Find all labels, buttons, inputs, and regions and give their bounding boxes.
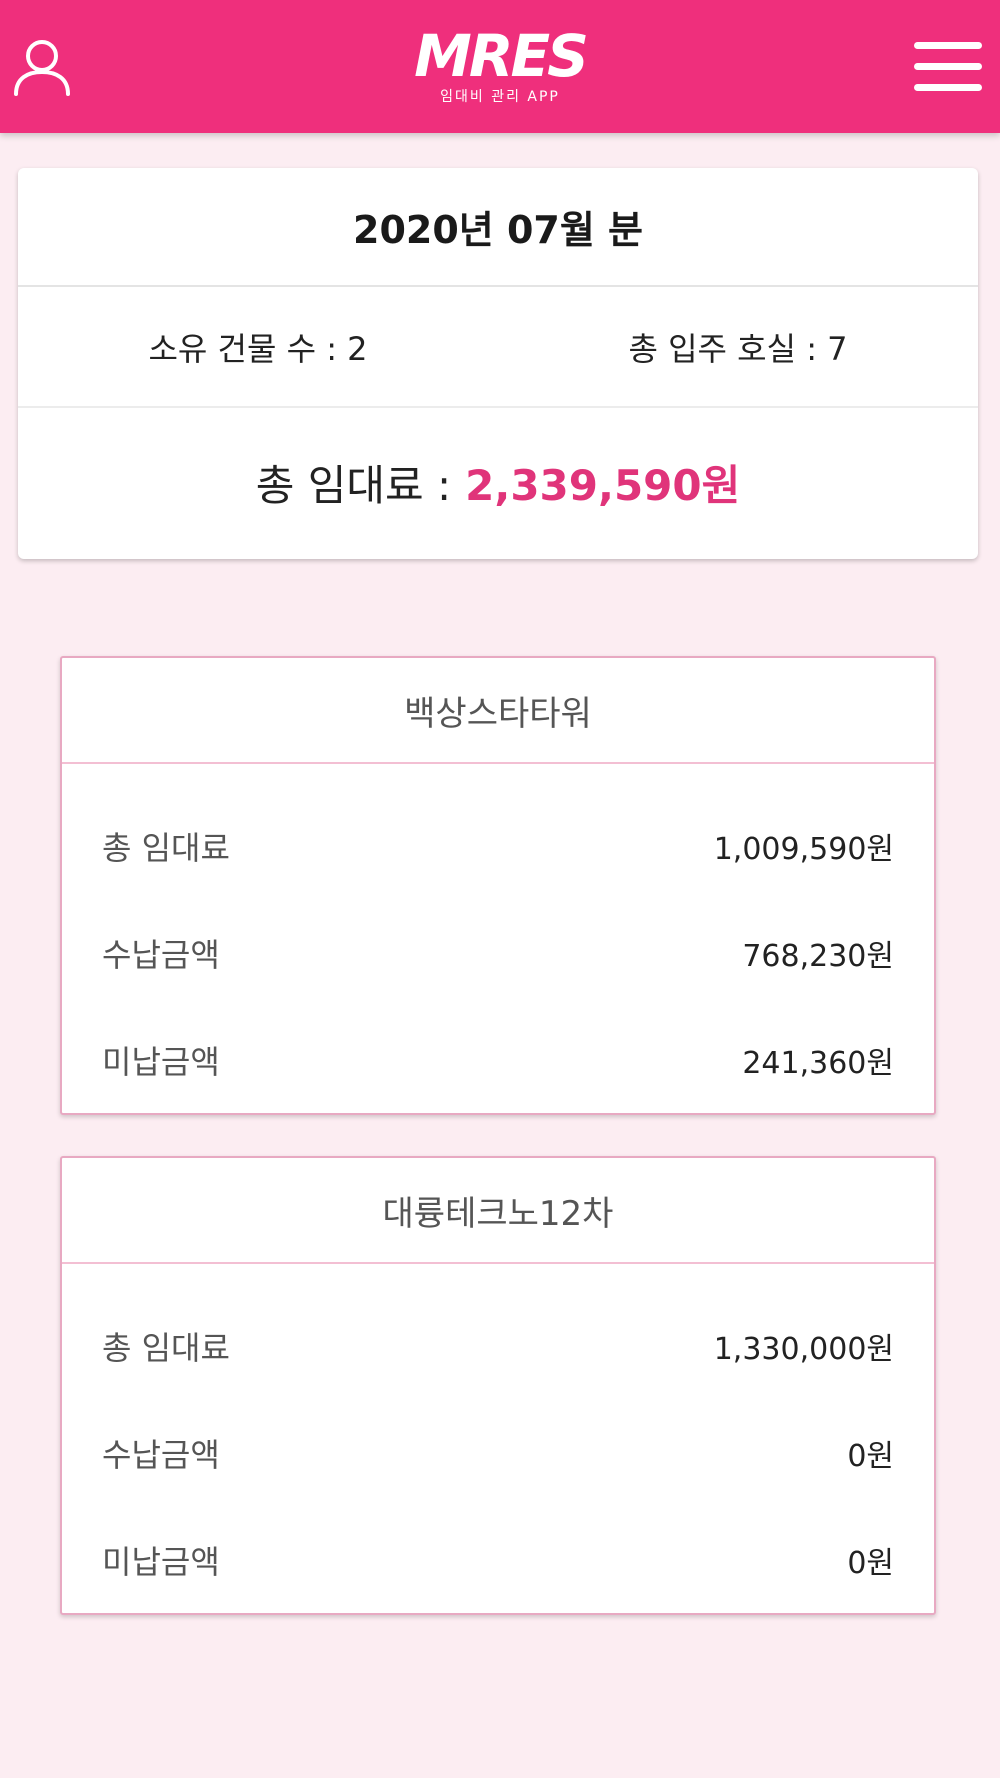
building-name: 백상스타타워 (62, 658, 934, 764)
app-header: MRES 임대비 관리 APP (0, 0, 1000, 133)
row-value: 0원 (847, 1438, 894, 1474)
row-value: 1,009,590원 (713, 831, 894, 867)
row-label: 수납금액 (102, 1435, 220, 1474)
building-card[interactable]: 백상스타타워 총 임대료 1,009,590원 수납금액 768,230원 미납… (60, 656, 936, 1115)
row-label: 총 임대료 (102, 828, 230, 867)
profile-button[interactable] (10, 34, 74, 98)
logo-text: MRES (414, 22, 589, 90)
total-rent-row: 총 임대료 1,009,590원 (62, 792, 934, 899)
menu-button[interactable] (912, 38, 984, 96)
occupied-units-count: 총 입주 호실 : 7 (628, 329, 848, 368)
row-value: 768,230원 (742, 938, 894, 974)
total-rent-amount: 2,339,590원 (465, 461, 741, 510)
period-title: 2020년 07월 분 (18, 168, 978, 287)
row-value: 241,360원 (742, 1045, 894, 1081)
hamburger-menu-icon (914, 42, 982, 91)
paid-amount-row: 수납금액 0원 (62, 1399, 934, 1506)
total-rent: 총 임대료 : 2,339,590원 (18, 408, 978, 557)
user-icon (14, 40, 70, 96)
row-label: 미납금액 (102, 1542, 220, 1581)
building-card[interactable]: 대륭테크노12차 총 임대료 1,330,000원 수납금액 0원 미납금액 0… (60, 1156, 936, 1615)
row-label: 총 임대료 (102, 1328, 230, 1367)
summary-counts: 소유 건물 수 : 2 총 입주 호실 : 7 (18, 287, 978, 408)
summary-card: 2020년 07월 분 소유 건물 수 : 2 총 입주 호실 : 7 총 임대… (18, 168, 978, 559)
row-value: 0원 (847, 1545, 894, 1581)
unpaid-amount-row: 미납금액 0원 (62, 1506, 934, 1613)
row-label: 수납금액 (102, 935, 220, 974)
buildings-count: 소유 건물 수 : 2 (148, 329, 368, 368)
unpaid-amount-row: 미납금액 241,360원 (62, 1006, 934, 1113)
app-logo: MRES 임대비 관리 APP (400, 24, 600, 114)
total-rent-row: 총 임대료 1,330,000원 (62, 1292, 934, 1399)
total-rent-label: 총 임대료 : (255, 461, 452, 510)
row-value: 1,330,000원 (713, 1331, 894, 1367)
row-label: 미납금액 (102, 1042, 220, 1081)
logo-subtitle: 임대비 관리 APP (440, 89, 560, 105)
building-name: 대륭테크노12차 (62, 1158, 934, 1264)
paid-amount-row: 수납금액 768,230원 (62, 899, 934, 1006)
